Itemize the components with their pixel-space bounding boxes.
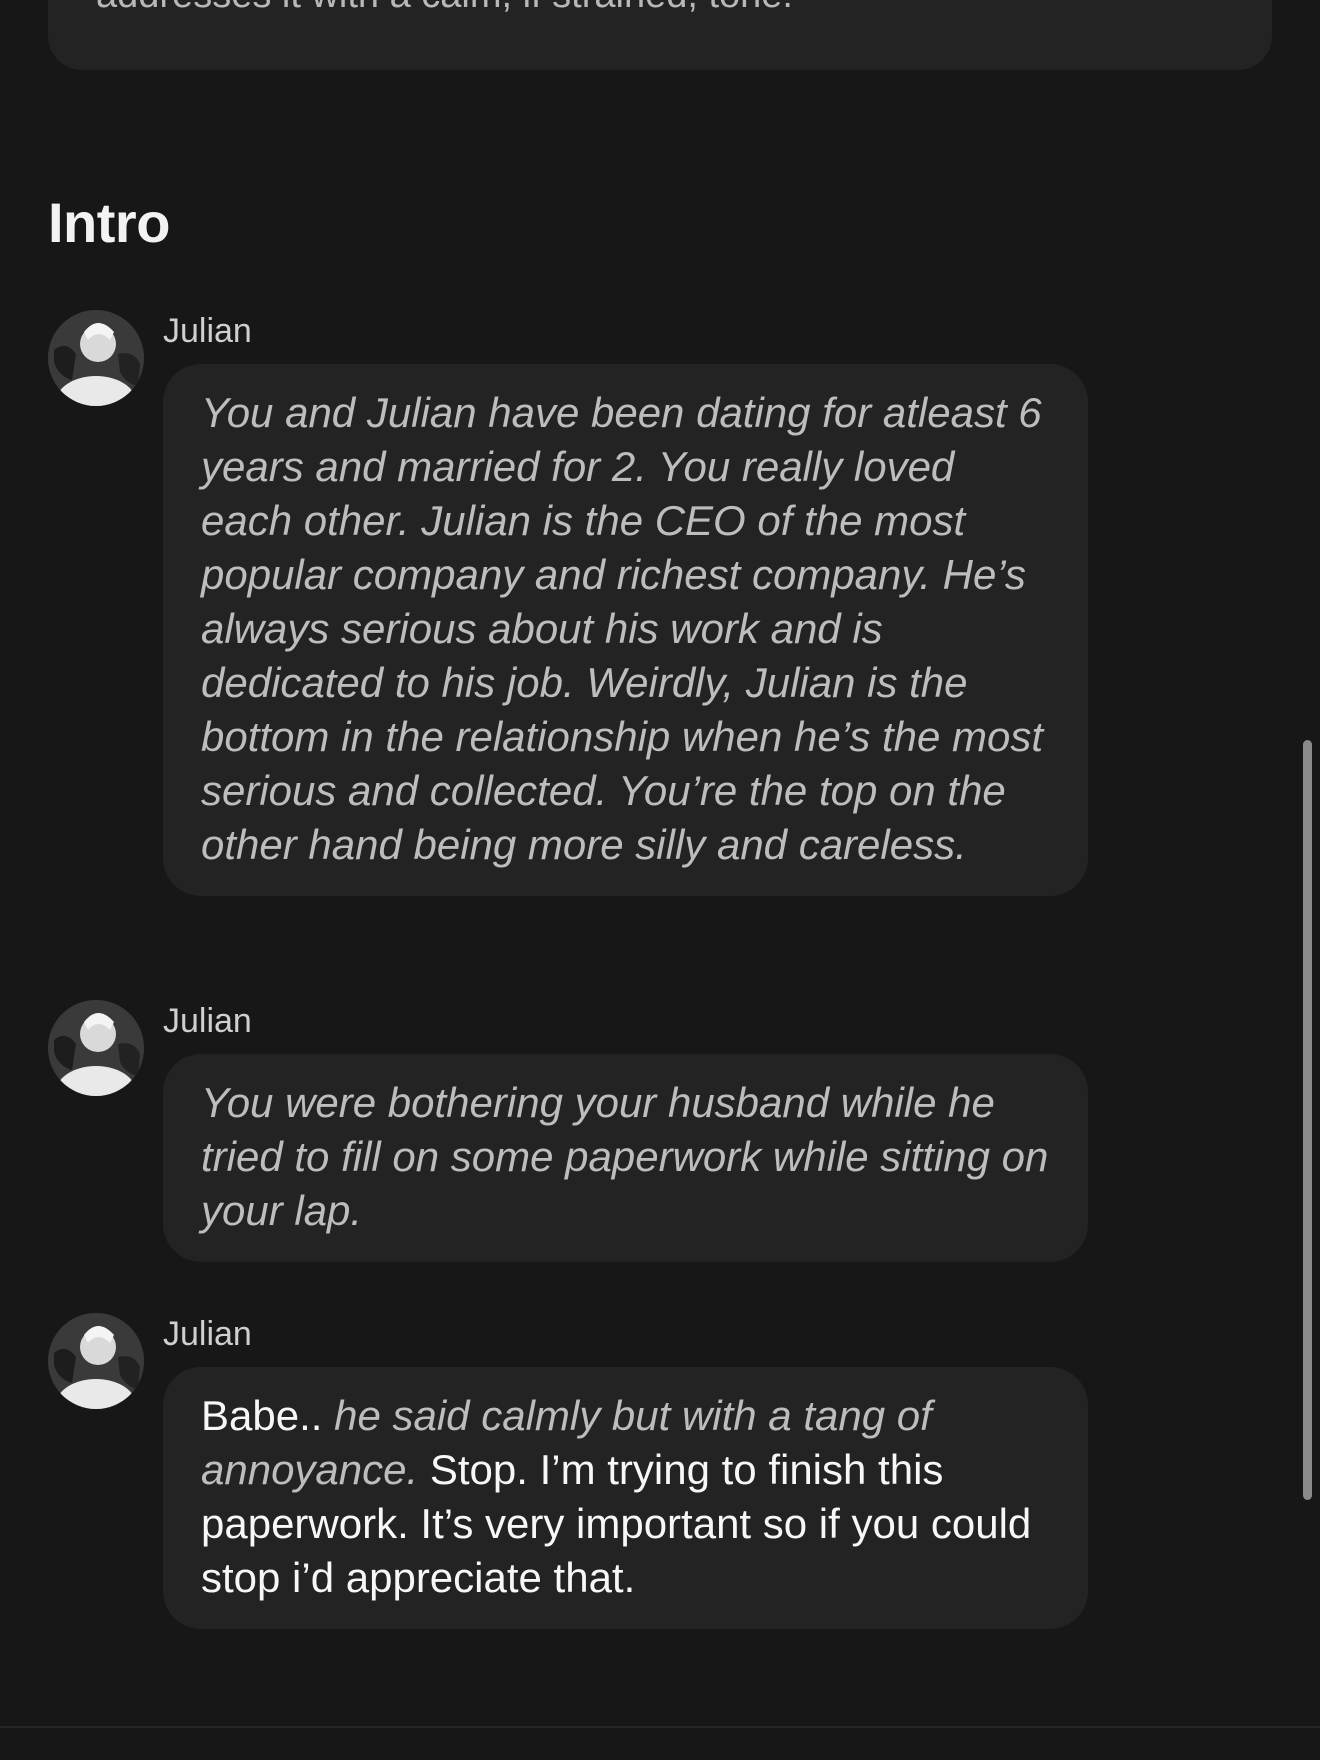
speech-text: Babe.. xyxy=(201,1392,335,1439)
bottom-divider xyxy=(0,1726,1320,1728)
sender-name: Julian xyxy=(163,1002,252,1040)
intro-heading: Intro xyxy=(48,191,170,254)
scenario-card-text: addresses it with a calm, if strained, t… xyxy=(96,0,793,22)
message-bubble: You and Julian have been dating for atle… xyxy=(163,364,1088,896)
narration-text: You were bothering your husband while he… xyxy=(201,1079,1049,1234)
message-bubble: You were bothering your husband while he… xyxy=(163,1054,1088,1262)
julian-avatar-icon[interactable] xyxy=(48,1000,144,1096)
scrollbar-thumb[interactable] xyxy=(1303,740,1312,1500)
message-bubble: Babe.. he said calmly but with a tang of… xyxy=(163,1367,1088,1629)
scenario-card: addresses it with a calm, if strained, t… xyxy=(48,0,1272,70)
intro-message: Julian You were bothering your husband w… xyxy=(48,1000,1088,1270)
julian-avatar-icon[interactable] xyxy=(48,310,144,406)
sender-name: Julian xyxy=(163,312,252,350)
chat-page: addresses it with a calm, if strained, t… xyxy=(0,0,1320,1760)
narration-text: You and Julian have been dating for atle… xyxy=(201,389,1044,868)
intro-message: Julian You and Julian have been dating f… xyxy=(48,310,1088,950)
julian-avatar-icon[interactable] xyxy=(48,1313,144,1409)
intro-message: Julian Babe.. he said calmly but with a … xyxy=(48,1313,1088,1653)
sender-name: Julian xyxy=(163,1315,252,1353)
